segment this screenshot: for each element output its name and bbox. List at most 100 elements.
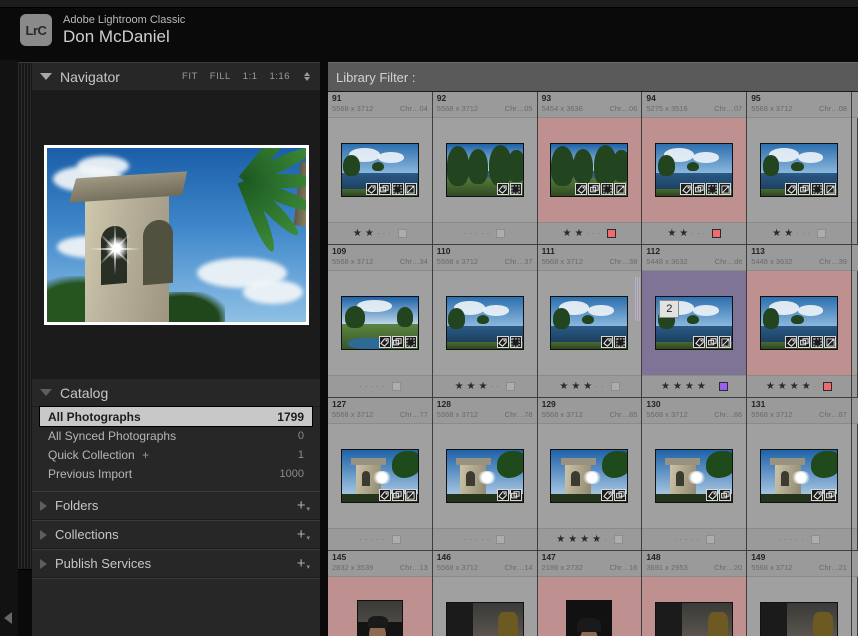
photo-thumbnail[interactable] [760, 143, 839, 197]
crop-badge-icon[interactable] [509, 336, 522, 348]
color-label-swatch[interactable] [718, 382, 728, 391]
add-publish-service-button[interactable]: + ▾ [297, 556, 310, 571]
star-filled-icon[interactable]: ★ [556, 534, 565, 545]
star-empty-icon[interactable]: · [487, 229, 490, 238]
grid-cell[interactable]: 93 5454 x 3636 Chr…06 ★ ★ · · · [537, 92, 643, 245]
copy-badge-icon[interactable] [378, 183, 391, 195]
star-filled-icon[interactable]: ★ [563, 228, 572, 239]
star-filled-icon[interactable]: ★ [772, 228, 781, 239]
publish-services-header[interactable]: Publish Services + ▾ [32, 550, 320, 578]
grid-cell[interactable]: 113 5448 x 3632 Chr…39 ★ ★ ★ ★ · [747, 245, 852, 398]
grid-cell[interactable]: 110 5568 x 3712 Chr…37 ★ ★ ★ · · [432, 245, 538, 398]
photo-thumbnail[interactable] [340, 296, 419, 350]
star-empty-icon[interactable]: · [382, 535, 385, 544]
identity-plate[interactable]: LrC Adobe Lightroom Classic Don McDaniel [20, 14, 185, 46]
star-empty-icon[interactable]: · [382, 382, 385, 391]
photo-thumbnail[interactable] [566, 600, 613, 636]
star-empty-icon[interactable]: · [496, 382, 499, 391]
thumbnail-area[interactable] [747, 118, 851, 222]
crop-badge-icon[interactable] [811, 336, 824, 348]
thumbnail-area[interactable] [642, 118, 746, 222]
thumbnail-area[interactable] [747, 577, 851, 636]
star-empty-icon[interactable]: · [371, 535, 374, 544]
grid-cell[interactable]: 129 5568 x 3712 Chr…85 ★ ★ ★ ★ · [537, 398, 643, 551]
catalog-item-previous-import[interactable]: Previous Import 1000 [40, 464, 312, 483]
develop-badge-icon[interactable] [404, 183, 417, 195]
star-empty-icon[interactable]: · [598, 229, 601, 238]
star-empty-icon[interactable]: · [709, 382, 712, 391]
copy-badge-icon[interactable] [614, 489, 627, 501]
color-label-swatch[interactable] [610, 382, 620, 391]
thumbnail-area[interactable] [538, 271, 642, 375]
star-filled-icon[interactable]: ★ [784, 228, 793, 239]
star-filled-icon[interactable]: ★ [667, 228, 676, 239]
thumbnail-area[interactable] [328, 118, 432, 222]
crop-badge-icon[interactable] [811, 183, 824, 195]
thumbnail-area[interactable] [642, 424, 746, 528]
photo-thumbnail[interactable] [445, 143, 524, 197]
star-empty-icon[interactable]: · [795, 535, 798, 544]
thumbnail-area[interactable] [328, 424, 432, 528]
keyword-badge-icon[interactable] [601, 489, 614, 501]
catalog-item-all-photographs[interactable]: All Photographs 1799 [40, 407, 312, 426]
thumbnail-area[interactable] [328, 577, 432, 636]
photo-thumbnail[interactable] [340, 449, 419, 503]
star-empty-icon[interactable]: · [604, 535, 607, 544]
star-filled-icon[interactable]: ★ [592, 534, 601, 545]
crop-badge-icon[interactable] [614, 336, 627, 348]
keyword-badge-icon[interactable] [378, 336, 391, 348]
keyword-badge-icon[interactable] [706, 489, 719, 501]
star-empty-icon[interactable]: · [674, 535, 677, 544]
star-empty-icon[interactable]: · [802, 229, 805, 238]
thumbnail-area[interactable] [433, 577, 537, 636]
star-empty-icon[interactable]: · [796, 229, 799, 238]
grid-cell[interactable]: 128 5568 x 3712 Chr…78 · · · · · [432, 398, 538, 551]
keyword-badge-icon[interactable] [785, 183, 798, 195]
keyword-badge-icon[interactable] [496, 336, 509, 348]
catalog-item-all-synced-photographs[interactable]: All Synced Photographs 0 [40, 426, 312, 445]
star-empty-icon[interactable]: · [814, 382, 817, 391]
copy-badge-icon[interactable] [509, 489, 522, 501]
photo-thumbnail[interactable] [550, 449, 629, 503]
copy-badge-icon[interactable] [798, 183, 811, 195]
keyword-badge-icon[interactable] [601, 336, 614, 348]
star-empty-icon[interactable]: · [691, 229, 694, 238]
color-label-swatch[interactable] [505, 382, 515, 391]
develop-badge-icon[interactable] [824, 183, 837, 195]
star-empty-icon[interactable]: · [388, 229, 391, 238]
grid-cell[interactable]: 94 5275 x 3516 Chr…07 ★ ★ · · · [642, 92, 748, 245]
star-filled-icon[interactable]: ★ [679, 228, 688, 239]
star-empty-icon[interactable]: · [481, 535, 484, 544]
star-empty-icon[interactable]: · [377, 229, 380, 238]
photo-thumbnail[interactable] [760, 602, 839, 636]
crop-badge-icon[interactable] [509, 183, 522, 195]
develop-badge-icon[interactable] [824, 336, 837, 348]
thumbnail-area[interactable] [642, 577, 746, 636]
star-empty-icon[interactable]: · [371, 382, 374, 391]
add-collection-button[interactable]: + ▾ [297, 527, 310, 542]
keyword-badge-icon[interactable] [680, 183, 693, 195]
star-empty-icon[interactable]: · [464, 535, 467, 544]
star-empty-icon[interactable]: · [376, 535, 379, 544]
star-empty-icon[interactable]: · [487, 535, 490, 544]
photo-thumbnail[interactable] [550, 143, 629, 197]
star-filled-icon[interactable]: ★ [353, 228, 362, 239]
star-filled-icon[interactable]: ★ [802, 381, 811, 392]
crop-badge-icon[interactable] [601, 183, 614, 195]
keyword-badge-icon[interactable] [693, 336, 706, 348]
thumbnail-area[interactable] [747, 424, 851, 528]
star-empty-icon[interactable]: · [697, 229, 700, 238]
photo-thumbnail[interactable] [655, 143, 734, 197]
color-label-swatch[interactable] [391, 382, 401, 391]
star-filled-icon[interactable]: ★ [766, 381, 775, 392]
disclosure-triangle-icon[interactable] [40, 529, 47, 540]
add-folder-button[interactable]: + ▾ [297, 498, 310, 513]
star-empty-icon[interactable]: · [807, 229, 810, 238]
develop-badge-icon[interactable] [719, 336, 732, 348]
star-empty-icon[interactable]: · [481, 229, 484, 238]
photo-thumbnail[interactable] [655, 449, 734, 503]
star-filled-icon[interactable]: ★ [673, 381, 682, 392]
star-empty-icon[interactable]: · [470, 535, 473, 544]
thumbnail-area[interactable] [747, 271, 851, 375]
star-filled-icon[interactable]: ★ [467, 381, 476, 392]
